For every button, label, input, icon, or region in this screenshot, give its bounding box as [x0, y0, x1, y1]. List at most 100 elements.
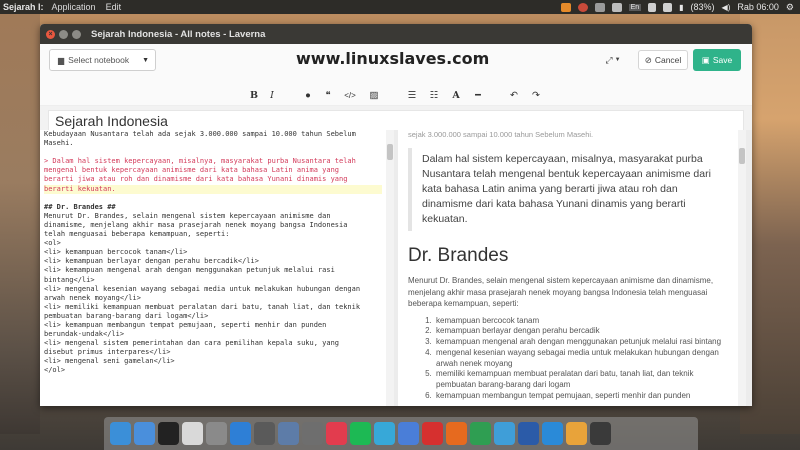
editor-line[interactable]: <li> kemampuan bercocok tanam</li> [44, 248, 382, 257]
cancel-button[interactable]: ⊘ Cancel [638, 50, 688, 70]
preview-scrollbar[interactable] [738, 130, 746, 406]
chat-icon[interactable] [374, 422, 395, 445]
editor-line[interactable]: telah menguasai beberapa kemampuan, sepe… [44, 230, 382, 239]
gear-icon[interactable]: ⚙ [786, 2, 794, 13]
notebook-select[interactable]: ▆ Select notebook ▼ [49, 49, 156, 71]
editor-line[interactable]: <li> kemampuan mengenal arah dengan meng… [44, 266, 382, 275]
markdown-editor[interactable]: Kebudayaan Nusantara telah ada sejak 3.0… [40, 130, 386, 406]
clock[interactable]: Rab 06:00 [737, 2, 779, 12]
ordered-list-icon[interactable]: ☰ [404, 87, 420, 103]
editor-line[interactable]: <li> kemampuan membangun tempat pemujaan… [44, 321, 382, 330]
editor-line[interactable] [44, 194, 382, 203]
caret-down-icon: ▼ [142, 56, 149, 64]
horizontal-rule-icon[interactable]: ━ [470, 87, 486, 103]
bluetooth-tray-icon[interactable] [611, 2, 622, 12]
editor-line[interactable]: <li> memiliki kemampuan membuat peralata… [44, 303, 382, 312]
record-tray-icon[interactable] [577, 2, 588, 12]
menu-edit[interactable]: Edit [106, 2, 122, 12]
notes-tray-icon[interactable] [560, 2, 571, 12]
opera-icon[interactable] [422, 422, 443, 445]
watermark-title: www.linuxslaves.com [296, 49, 490, 68]
editor-line[interactable]: ## Dr. Brandes ## [44, 203, 382, 212]
firefox-icon[interactable] [446, 422, 467, 445]
editor-line[interactable]: > Dalam hal sistem kepercayaan, misalnya… [44, 157, 382, 166]
editor-line[interactable]: <li> mengenal seni gamelan</li> [44, 357, 382, 366]
editor-line[interactable]: disebut primus interpares</li> [44, 348, 382, 357]
notebook-select-label: Select notebook [68, 55, 130, 65]
editor-line[interactable]: </ol> [44, 366, 382, 375]
editor-line[interactable]: bintang</li> [44, 276, 382, 285]
dropbox-icon[interactable] [230, 422, 251, 445]
unordered-list-icon[interactable]: ☷ [426, 87, 442, 103]
editor-line[interactable]: dinamisme, menjelang akhir masa prasejar… [44, 221, 382, 230]
editor-scrollbar-thumb[interactable] [387, 144, 393, 160]
chrome-icon[interactable] [470, 422, 491, 445]
volume-icon[interactable]: ◀) [722, 3, 731, 12]
undo-icon[interactable]: ↶ [506, 87, 522, 103]
notes-app-icon[interactable] [182, 422, 203, 445]
spotify-icon[interactable] [350, 422, 371, 445]
launchpad-icon[interactable] [134, 422, 155, 445]
battery-icon[interactable]: ▮ [679, 3, 683, 12]
mail-tray-icon[interactable] [648, 2, 657, 12]
terminal-icon[interactable] [158, 422, 179, 445]
editor-line[interactable] [44, 148, 382, 157]
sync-icon[interactable] [542, 422, 563, 445]
preview-list: kemampuan bercocok tanamkemampuan berlay… [434, 316, 728, 402]
active-app-name[interactable]: Sejarah I: [3, 2, 44, 12]
editor-line[interactable]: berarti kekuatan. [44, 184, 382, 194]
word-icon[interactable] [518, 422, 539, 445]
save-button[interactable]: ▣ Save [693, 49, 741, 71]
maximize-window-button[interactable] [72, 29, 81, 39]
code-icon[interactable]: </> [342, 87, 358, 103]
markdown-preview: sejak 3.000.000 sampai 10.000 tahun Sebe… [398, 130, 738, 406]
system-icon[interactable] [254, 422, 275, 445]
editor-line[interactable]: <li> mengenal sistem pemerintahan dan ca… [44, 339, 382, 348]
editor-line[interactable]: berarti jiwa atau roh dan dinamisme dari… [44, 175, 382, 184]
video-icon[interactable] [590, 422, 611, 445]
photos-icon[interactable] [566, 422, 587, 445]
dropbox-tray-icon[interactable] [594, 2, 605, 12]
quote-icon[interactable]: ❝ [320, 87, 336, 103]
editor-toolbar: ▆ Select notebook ▼ www.linuxslaves.com … [40, 44, 752, 84]
finder-icon[interactable] [110, 422, 131, 445]
editor-line[interactable]: <li> mengenal kesenian wayang sebagai me… [44, 285, 382, 294]
editor-line[interactable]: Menurut Dr. Brandes, selain mengenal sis… [44, 212, 382, 221]
editor-line[interactable]: Kebudayaan Nusantara telah ada sejak 3.0… [44, 130, 382, 139]
link-icon[interactable]: ● [300, 87, 316, 103]
minimize-window-button[interactable] [59, 29, 68, 39]
system-top-bar: Sejarah I: Application Edit En ▮ (83%) ◀… [0, 0, 800, 14]
menu-application[interactable]: Application [52, 2, 96, 12]
settings-icon[interactable] [494, 422, 515, 445]
editor-line[interactable]: <ol> [44, 239, 382, 248]
language-indicator[interactable]: En [628, 3, 642, 11]
editor-line[interactable]: Masehi. [44, 139, 382, 148]
editor-line[interactable]: <li> kemampuan berlayar dengan perahu be… [44, 257, 382, 266]
editor-line[interactable]: berundak-undak</li> [44, 330, 382, 339]
music-icon[interactable] [326, 422, 347, 445]
editor-line[interactable]: pembuatan barang-barang dari logam</li> [44, 312, 382, 321]
code-icon[interactable] [302, 422, 323, 445]
preview-list-item: mengenal kesenian wayang sebagai media u… [434, 348, 728, 370]
atom-icon[interactable] [278, 422, 299, 445]
fullscreen-mode-button[interactable]: ⤢ ▼ [598, 50, 628, 70]
editor-line[interactable]: mengenal bentuk kepercayaan animisme dar… [44, 166, 382, 175]
preview-list-item: kemampuan mengenal arah dengan menggunak… [434, 337, 728, 348]
redo-icon[interactable]: ↷ [528, 87, 544, 103]
bold-button[interactable]: B [246, 87, 262, 103]
italic-button[interactable]: I [264, 87, 280, 103]
close-window-button[interactable]: × [46, 29, 55, 39]
window-titlebar[interactable]: × Sejarah Indonesia - All notes - Lavern… [40, 24, 752, 44]
image-icon[interactable]: ▨ [366, 87, 382, 103]
wifi-icon[interactable] [663, 2, 673, 12]
note-title-input[interactable]: Sejarah Indonesia [48, 110, 744, 132]
laverna-window: × Sejarah Indonesia - All notes - Lavern… [40, 24, 752, 406]
preview-cut-line: sejak 3.000.000 sampai 10.000 tahun Sebe… [408, 130, 594, 139]
pencil-icon[interactable] [398, 422, 419, 445]
disk-icon[interactable] [206, 422, 227, 445]
editor-line[interactable]: arwah nenek moyang</li> [44, 294, 382, 303]
heading-button[interactable]: A [448, 87, 464, 103]
preview-paragraph: Menurut Dr. Brandes, selain mengenal sis… [408, 276, 714, 308]
editor-scrollbar[interactable] [386, 130, 394, 406]
preview-scrollbar-thumb[interactable] [739, 148, 745, 164]
